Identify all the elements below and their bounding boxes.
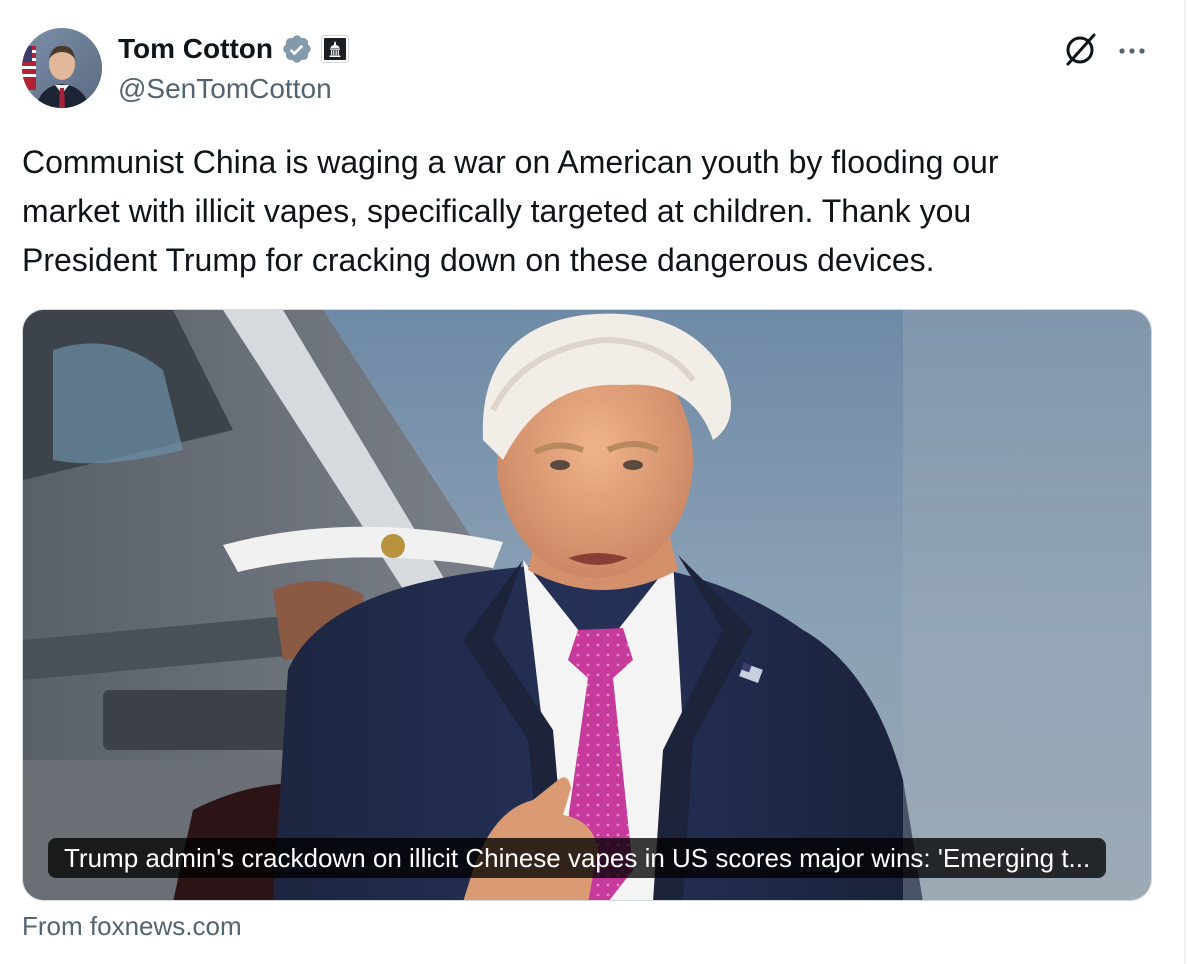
- author-handle[interactable]: @SenTomCotton: [118, 72, 332, 106]
- more-horizontal-icon[interactable]: [1116, 34, 1150, 64]
- avatar-photo: [22, 28, 102, 108]
- avatar[interactable]: [22, 28, 102, 108]
- government-building-icon[interactable]: [320, 35, 349, 63]
- column-divider: [1184, 0, 1186, 964]
- name-row: Tom Cotton: [118, 32, 349, 66]
- author-display-name[interactable]: Tom Cotton: [118, 32, 273, 66]
- link-card-image: [23, 310, 1151, 900]
- grok-slash-circle-icon[interactable]: [1062, 30, 1100, 68]
- link-card-headline: Trump admin's crackdown on illicit Chine…: [48, 838, 1107, 878]
- tweet-header: Tom Cotton @SenTomCotton: [22, 28, 1162, 108]
- tweet-text: Communist China is waging a war on Ameri…: [22, 144, 999, 278]
- verified-badge-icon[interactable]: [281, 33, 313, 65]
- link-card-source[interactable]: From foxnews.com: [22, 908, 242, 944]
- link-card[interactable]: Trump admin's crackdown on illicit Chine…: [22, 309, 1152, 901]
